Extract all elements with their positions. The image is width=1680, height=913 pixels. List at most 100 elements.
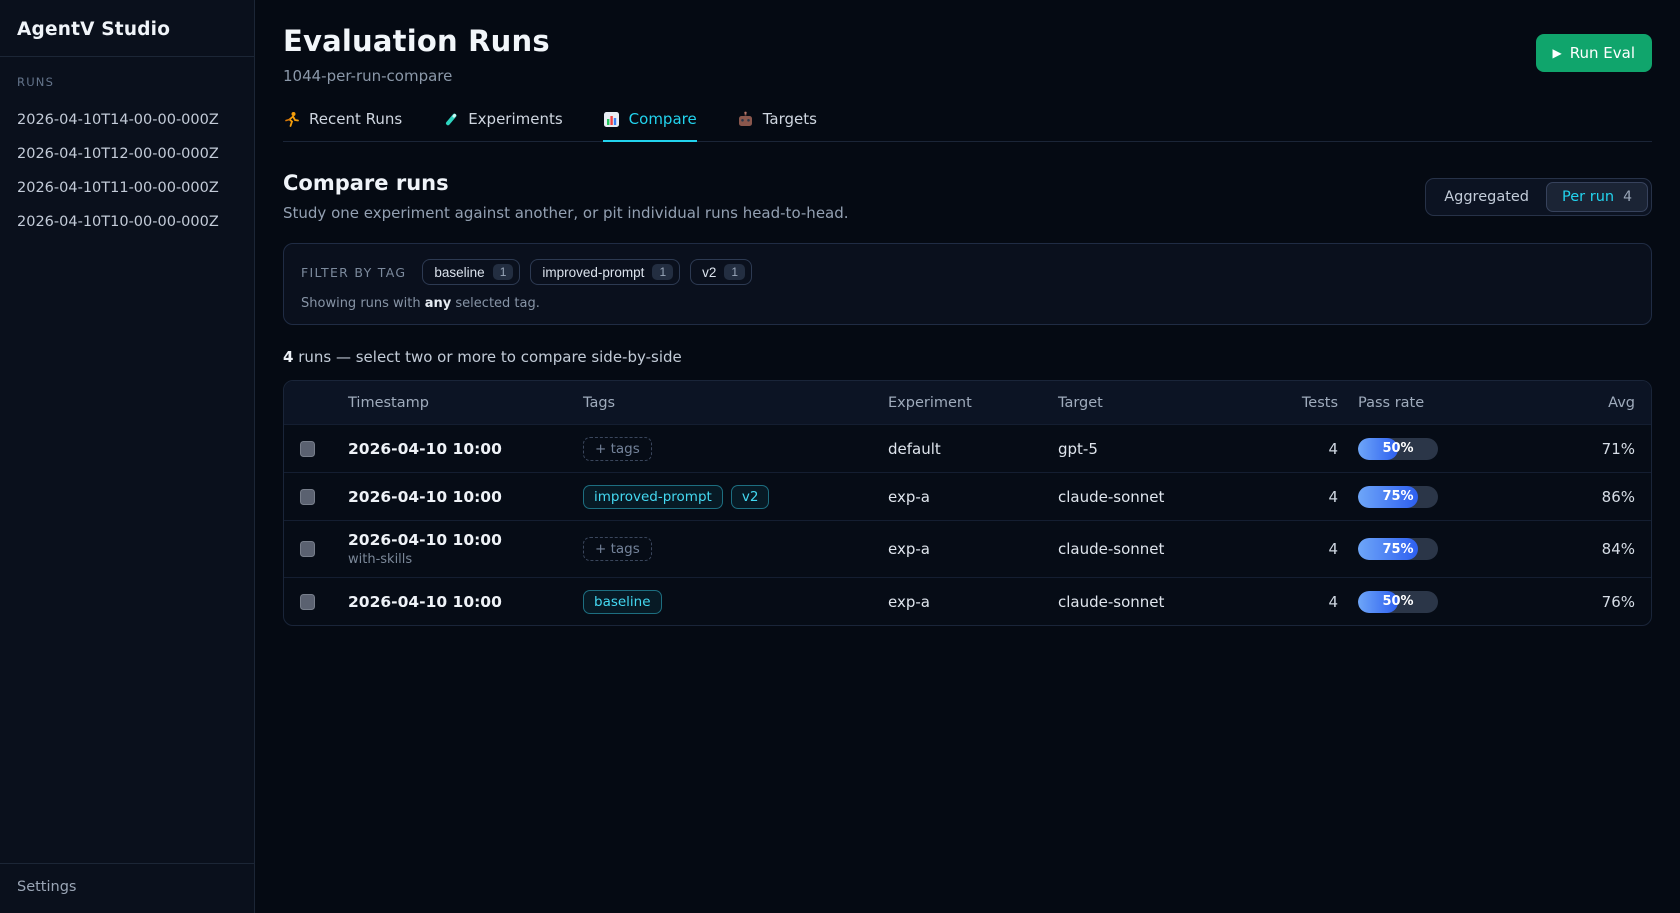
main-content: Evaluation Runs 1044-per-run-compare ▶ R…: [255, 0, 1680, 913]
cell-experiment: exp-a: [888, 540, 1038, 558]
cell-tags: improved-prompt v2: [583, 485, 868, 509]
cell-timestamp: 2026-04-10 10:00: [348, 440, 563, 458]
settings-link[interactable]: Settings: [17, 879, 237, 895]
runs-summary: 4 runs — select two or more to compare s…: [283, 348, 1652, 366]
filter-tag-label: v2: [702, 265, 716, 280]
tab-label: Compare: [629, 110, 697, 128]
tab-compare[interactable]: Compare: [603, 110, 697, 141]
cell-avg: 71%: [1518, 440, 1635, 458]
sidebar-header: AgentV Studio: [0, 0, 254, 57]
sidebar: AgentV Studio RUNS 2026-04-10T14-00-00-0…: [0, 0, 255, 913]
filter-tag-count: 1: [724, 264, 745, 280]
add-tags-button[interactable]: + tags: [583, 437, 652, 461]
row-checkbox[interactable]: [300, 541, 315, 557]
cell-experiment: exp-a: [888, 593, 1038, 611]
filter-by-tag-card: FILTER BY TAG baseline 1 improved-prompt…: [283, 243, 1652, 325]
run-subtitle: with-skills: [348, 552, 563, 567]
filter-tag-label: improved-prompt: [542, 265, 644, 280]
column-header-experiment: Experiment: [888, 395, 1038, 411]
cell-pass-rate: 50%: [1358, 438, 1498, 460]
bar-chart-icon: [603, 111, 620, 128]
filter-showing-note: Showing runs with any selected tag.: [301, 296, 1634, 311]
cell-tests: 4: [1293, 488, 1338, 506]
filter-tag-count: 1: [493, 264, 514, 280]
runner-icon: [283, 111, 300, 128]
compare-heading: Compare runs: [283, 171, 849, 195]
sidebar-runs-section: RUNS 2026-04-10T14-00-00-000Z 2026-04-10…: [0, 57, 254, 863]
sidebar-item-run[interactable]: 2026-04-10T11-00-00-000Z: [17, 171, 237, 205]
tab-label: Experiments: [468, 110, 562, 128]
run-eval-label: Run Eval: [1570, 44, 1635, 62]
cell-pass-rate: 75%: [1358, 486, 1498, 508]
table-row: 2026-04-10 10:00 + tags default gpt-5 4 …: [284, 424, 1651, 472]
page-subtitle: 1044-per-run-compare: [283, 67, 550, 85]
filter-tag-baseline[interactable]: baseline 1: [422, 259, 520, 285]
page-header: Evaluation Runs 1044-per-run-compare ▶ R…: [283, 24, 1652, 85]
cell-target: claude-sonnet: [1058, 593, 1273, 611]
cell-target: claude-sonnet: [1058, 540, 1273, 558]
row-checkbox[interactable]: [300, 594, 315, 610]
cell-experiment: default: [888, 440, 1038, 458]
test-tube-icon: [442, 111, 459, 128]
cell-timestamp: 2026-04-10 10:00: [348, 593, 563, 611]
table-header-row: Timestamp Tags Experiment Target Tests P…: [284, 381, 1651, 424]
filter-tag-v2[interactable]: v2 1: [690, 259, 752, 285]
toggle-aggregated[interactable]: Aggregated: [1429, 183, 1544, 211]
run-tag[interactable]: improved-prompt: [583, 485, 723, 509]
cell-timestamp: 2026-04-10 10:00 with-skills: [348, 531, 563, 567]
table-row: 2026-04-10 10:00 with-skills + tags exp-…: [284, 520, 1651, 577]
runs-table: Timestamp Tags Experiment Target Tests P…: [283, 380, 1652, 626]
cell-tags: + tags: [583, 537, 868, 561]
row-checkbox[interactable]: [300, 441, 315, 457]
run-tag[interactable]: baseline: [583, 590, 662, 614]
pass-rate-label: 50%: [1358, 438, 1438, 460]
table-body: 2026-04-10 10:00 + tags default gpt-5 4 …: [284, 424, 1651, 625]
compare-description: Study one experiment against another, or…: [283, 204, 849, 222]
add-tags-button[interactable]: + tags: [583, 537, 652, 561]
toggle-per-run-count: 4: [1623, 189, 1632, 205]
tab-recent-runs[interactable]: Recent Runs: [283, 110, 402, 141]
pass-rate-pill: 75%: [1358, 538, 1438, 560]
run-tag[interactable]: v2: [731, 485, 770, 509]
sidebar-item-run[interactable]: 2026-04-10T14-00-00-000Z: [17, 103, 237, 137]
tab-experiments[interactable]: Experiments: [442, 110, 562, 141]
compare-header: Compare runs Study one experiment agains…: [283, 171, 1652, 222]
cell-tests: 4: [1293, 440, 1338, 458]
column-header-pass-rate: Pass rate: [1358, 395, 1498, 411]
run-eval-button[interactable]: ▶ Run Eval: [1536, 34, 1652, 72]
tab-label: Targets: [763, 110, 817, 128]
filter-tag-improved-prompt[interactable]: improved-prompt 1: [530, 259, 680, 285]
cell-timestamp: 2026-04-10 10:00: [348, 488, 563, 506]
pass-rate-pill: 50%: [1358, 438, 1438, 460]
app-title: AgentV Studio: [17, 19, 237, 40]
filter-by-tag-label: FILTER BY TAG: [301, 265, 406, 280]
cell-tests: 4: [1293, 540, 1338, 558]
column-header-tests: Tests: [1293, 395, 1338, 411]
column-header-target: Target: [1058, 395, 1273, 411]
sidebar-item-run[interactable]: 2026-04-10T12-00-00-000Z: [17, 137, 237, 171]
table-row: 2026-04-10 10:00 baseline exp-a claude-s…: [284, 577, 1651, 625]
cell-tags: baseline: [583, 590, 868, 614]
filter-tag-label: baseline: [434, 265, 484, 280]
toggle-aggregated-label: Aggregated: [1444, 189, 1529, 205]
cell-target: claude-sonnet: [1058, 488, 1273, 506]
view-mode-toggle: Aggregated Per run 4: [1425, 178, 1652, 216]
tab-targets[interactable]: Targets: [737, 110, 817, 141]
toggle-per-run[interactable]: Per run 4: [1546, 182, 1648, 212]
cell-tags: + tags: [583, 437, 868, 461]
cell-avg: 84%: [1518, 540, 1635, 558]
sidebar-item-run[interactable]: 2026-04-10T10-00-00-000Z: [17, 205, 237, 239]
robot-icon: [737, 111, 754, 128]
cell-tests: 4: [1293, 593, 1338, 611]
cell-target: gpt-5: [1058, 440, 1273, 458]
row-checkbox[interactable]: [300, 489, 315, 505]
filter-tag-count: 1: [652, 264, 673, 280]
toggle-per-run-label: Per run: [1562, 189, 1614, 205]
page-title: Evaluation Runs: [283, 24, 550, 58]
column-header-timestamp: Timestamp: [348, 395, 563, 411]
cell-pass-rate: 75%: [1358, 538, 1498, 560]
pass-rate-label: 75%: [1358, 538, 1438, 560]
cell-experiment: exp-a: [888, 488, 1038, 506]
tab-bar: Recent Runs Experiments Compare Targets: [283, 110, 1652, 142]
cell-pass-rate: 50%: [1358, 591, 1498, 613]
